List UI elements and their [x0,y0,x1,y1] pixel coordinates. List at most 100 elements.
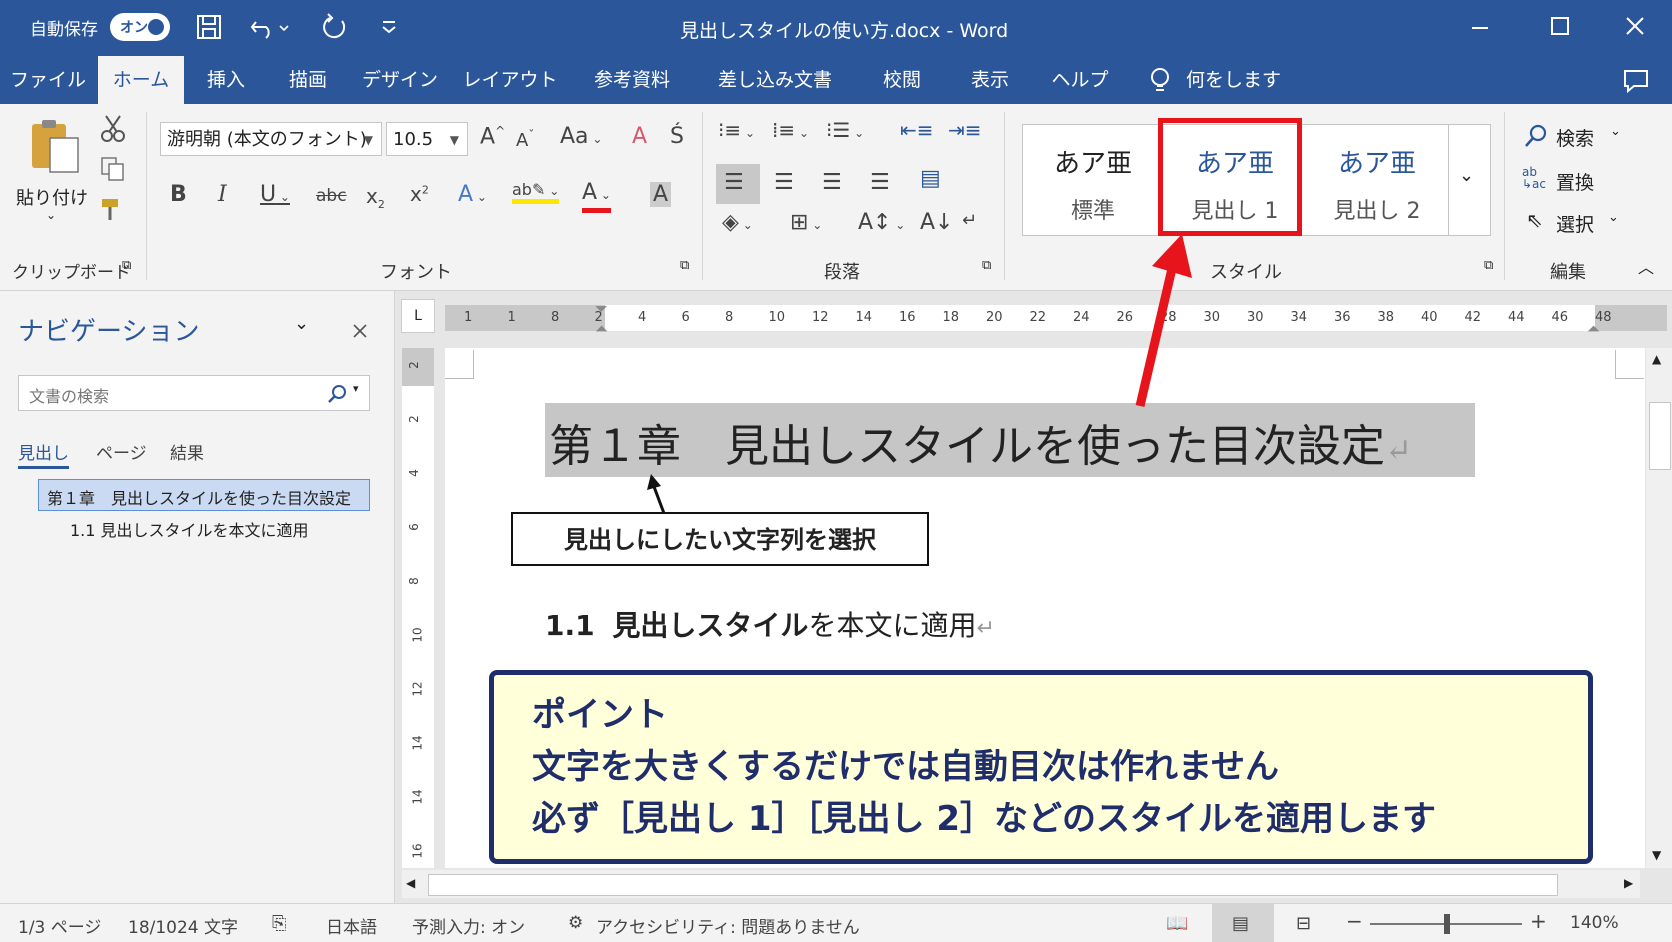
replace-label[interactable]: 置換 [1556,168,1594,195]
tab-file[interactable]: ファイル [10,56,86,104]
paragraph-launcher-icon[interactable]: ⧉ [982,258,991,273]
align-left-icon[interactable]: ☰ [724,170,744,195]
accessibility-icon[interactable]: ⚙ [568,913,583,933]
nav-tab-headings[interactable]: 見出し [18,439,69,469]
comments-icon[interactable] [1622,68,1650,94]
font-color-icon[interactable]: A ⌄ [582,180,611,213]
horizontal-scroll-thumb[interactable] [428,874,1558,896]
tab-home[interactable]: ホーム [98,56,184,104]
italic-icon[interactable]: I [218,182,227,207]
scroll-left-icon[interactable]: ◀ [406,876,415,890]
tab-view[interactable]: 表示 [958,56,1022,104]
tab-review[interactable]: 校閲 [870,56,934,104]
collapse-ribbon-chevron-icon[interactable]: ︿ [1638,254,1654,278]
nav-subheading-item[interactable]: 1.1 見出しスタイルを本文に適用 [70,517,309,541]
font-size-combo[interactable]: 10.5 ▼ [386,122,468,156]
hanging-indent-marker[interactable]: ⏶ [595,319,608,339]
right-indent-marker[interactable]: ⏶ [1587,319,1600,339]
styles-more-chevron-icon[interactable]: ⌄ [1459,165,1474,186]
scroll-down-icon[interactable]: ▼ [1652,848,1661,862]
tab-mailings[interactable]: 差し込み文書 [710,56,840,104]
nav-tab-pages[interactable]: ページ [96,439,147,464]
numbering-icon[interactable]: ⁞≡ ⌄ [772,118,809,142]
redo-icon[interactable] [320,12,350,42]
replace-icon[interactable]: ab ↳ac [1522,166,1546,190]
subscript-icon[interactable]: x2 [366,184,385,211]
minimize-icon[interactable] [1470,18,1490,38]
print-layout-icon[interactable]: ▤ [1232,913,1249,934]
line-spacing-icon[interactable]: A↕ ⌄ [858,210,905,235]
justify-icon[interactable]: ☰ [870,170,890,195]
scroll-right-icon[interactable]: ▶ [1624,876,1633,890]
vertical-scroll-thumb[interactable] [1649,402,1671,470]
sort-icon[interactable]: A↓ [920,210,953,235]
select-label[interactable]: 選択 [1556,210,1594,237]
zoom-in-icon[interactable]: + [1530,909,1547,933]
change-case-icon[interactable]: Aa ⌄ [560,124,602,149]
distributed-icon[interactable]: ▤ [920,166,941,191]
nav-close-icon[interactable] [352,323,368,339]
find-icon[interactable] [1524,124,1548,148]
status-zoom-level[interactable]: 140% [1570,913,1619,933]
highlight-icon[interactable]: ab✎ ⌄ [512,180,560,204]
font-launcher-icon[interactable]: ⧉ [680,258,689,273]
paste-label[interactable]: 貼り付け [16,184,88,210]
decrease-indent-icon[interactable]: ⇤≡ [900,118,934,142]
strikethrough-icon[interactable]: abc [316,186,347,206]
align-center-icon[interactable]: ☰ [774,170,794,195]
nav-search-dropdown-icon[interactable]: ▾ [353,382,359,395]
format-painter-icon[interactable] [100,196,126,222]
read-mode-icon[interactable]: 📖 [1166,913,1188,934]
document-page[interactable]: 第１章 見出しスタイルを使った目次設定↵ 見出しにしたい文字列を選択 1.1 見… [445,348,1645,868]
autosave-toggle[interactable]: オン [110,13,170,41]
tab-design[interactable]: デザイン [360,56,440,104]
copy-icon[interactable] [100,156,126,182]
web-layout-icon[interactable]: ⊟ [1296,913,1311,934]
phonetic-guide-icon[interactable]: Ś [670,124,684,149]
grow-font-icon[interactable]: A^ [480,124,505,149]
tab-layout[interactable]: レイアウト [462,56,558,104]
bullets-icon[interactable]: ⁝≡ ⌄ [718,118,755,142]
scroll-up-icon[interactable]: ▲ [1652,352,1661,366]
paste-icon[interactable] [28,116,82,176]
proofing-icon[interactable]: ⎘ [272,913,286,934]
nav-heading-item-selected[interactable]: 第１章 見出しスタイルを使った目次設定 [38,479,370,511]
style-heading-2[interactable]: あア亜 見出し 2 [1307,125,1447,235]
align-right-icon[interactable]: ☰ [822,170,842,195]
paste-dropdown-chevron-icon[interactable]: ⌄ [46,208,56,222]
nav-search-input[interactable]: 文書の検索 ▾ [18,375,370,411]
increase-indent-icon[interactable]: ⇥≡ [948,118,982,142]
tell-me-search[interactable]: 何をしますか [1186,56,1296,139]
horizontal-scrollbar[interactable]: ◀ ▶ [402,870,1640,898]
shading-icon[interactable]: ◈ ⌄ [722,210,753,235]
underline-icon[interactable]: U ⌄ [260,182,290,207]
close-icon[interactable] [1625,16,1645,36]
vertical-scrollbar[interactable]: ▲ ▼ [1646,348,1672,868]
select-chevron-icon[interactable]: ⌄ [1608,210,1619,225]
find-label[interactable]: 検索 [1556,124,1594,151]
zoom-slider-thumb[interactable] [1444,914,1450,934]
style-normal[interactable]: あア亜 標準 [1023,125,1163,235]
status-language[interactable]: 日本語 [326,913,377,938]
bold-icon[interactable]: B [170,182,187,207]
select-cursor-icon[interactable]: ⇖ [1526,208,1543,232]
cut-icon[interactable] [100,114,126,144]
multilevel-list-icon[interactable]: ⁝☰ ⌄ [826,118,864,142]
tab-references[interactable]: 参考資料 [582,56,682,104]
tab-insert[interactable]: 挿入 [196,56,256,104]
status-accessibility[interactable]: アクセシビリティ: 問題ありません [596,913,860,938]
superscript-icon[interactable]: x2 [410,182,429,206]
tab-selector[interactable]: L [401,299,435,333]
first-line-indent-marker[interactable]: ⏷ [595,299,608,319]
status-page[interactable]: 1/3 ページ [18,913,101,938]
text-effects-icon[interactable]: A ⌄ [458,182,487,207]
heading2-text[interactable]: 1.1 見出しスタイルを本文に適用↵ [545,604,995,644]
nav-search-icon[interactable] [327,384,347,404]
heading1-text[interactable]: 第１章 見出しスタイルを使った目次設定↵ [549,410,1412,474]
find-chevron-icon[interactable]: ⌄ [1610,124,1621,139]
styles-launcher-icon[interactable]: ⧉ [1484,258,1493,273]
shrink-font-icon[interactable]: Aˇ [516,128,534,151]
save-icon[interactable] [196,14,222,40]
status-predictive-input[interactable]: 予測入力: オン [412,913,525,938]
status-word-count[interactable]: 18/1024 文字 [128,913,238,938]
